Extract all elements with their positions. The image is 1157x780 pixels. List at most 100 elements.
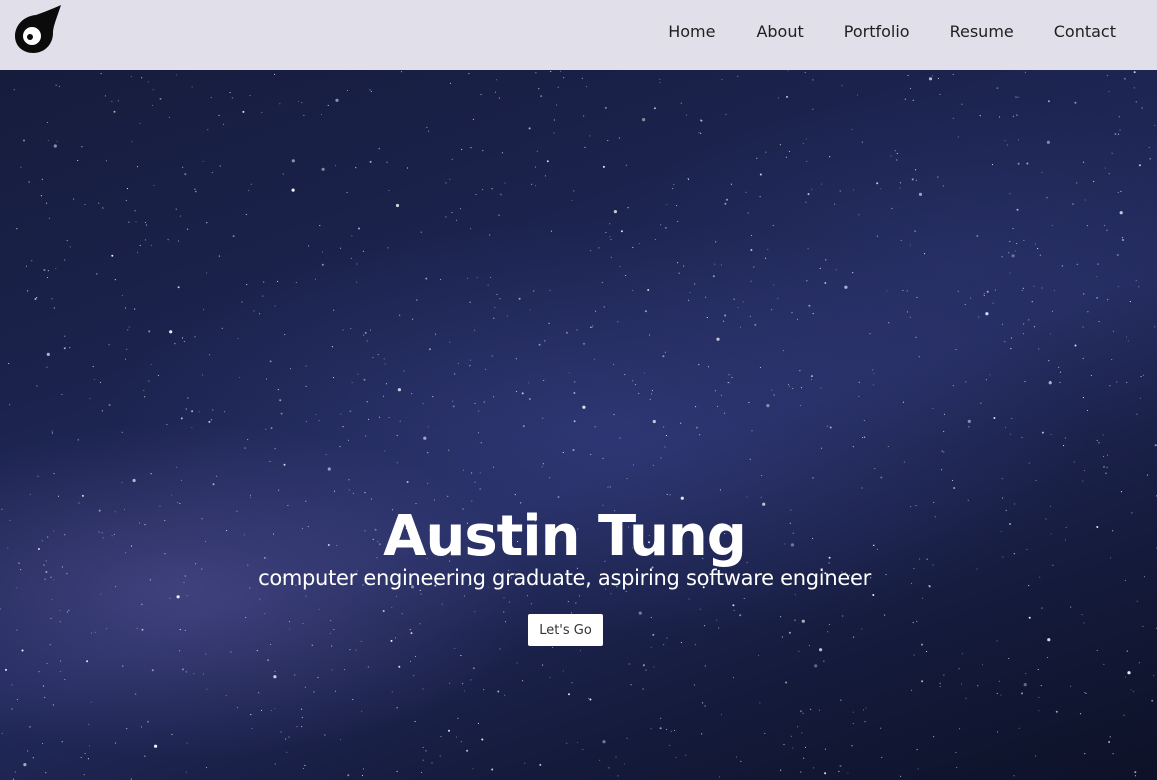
star (1109, 385, 1111, 387)
star (462, 469, 465, 471)
star (288, 621, 291, 623)
star (1134, 771, 1137, 774)
star (786, 95, 788, 98)
star (191, 410, 194, 413)
star (360, 640, 362, 642)
star (331, 669, 333, 671)
star (721, 78, 723, 81)
star (286, 751, 288, 753)
star (329, 633, 331, 635)
star (480, 93, 482, 96)
star (289, 368, 292, 370)
star (766, 404, 770, 408)
star (931, 75, 933, 77)
star (412, 318, 414, 320)
star (127, 329, 129, 331)
star (265, 428, 267, 430)
lets-go-button[interactable]: Let's Go (528, 614, 603, 646)
star (294, 674, 296, 676)
star (528, 382, 530, 384)
star (1087, 311, 1089, 313)
star (764, 257, 767, 259)
star (593, 358, 595, 360)
star (144, 239, 146, 241)
star (916, 620, 918, 622)
star (128, 326, 130, 328)
star (364, 331, 367, 334)
star (274, 670, 276, 672)
star (675, 756, 677, 759)
star (669, 744, 671, 747)
nav-link-about[interactable]: About (756, 22, 803, 41)
star (396, 434, 398, 436)
star (258, 692, 260, 694)
star (574, 381, 576, 383)
star (387, 247, 389, 249)
star (582, 748, 584, 751)
star (669, 494, 671, 496)
star (694, 644, 696, 646)
star (81, 494, 84, 497)
star (1084, 199, 1086, 201)
star (888, 322, 890, 324)
star (598, 247, 600, 249)
star (619, 437, 621, 439)
star (808, 304, 811, 307)
star (218, 255, 220, 257)
star (42, 685, 44, 687)
nav-link-home[interactable]: Home (668, 22, 715, 41)
star (181, 337, 184, 339)
star (985, 312, 989, 316)
star (917, 768, 919, 770)
star (685, 754, 687, 756)
star (90, 632, 93, 634)
star (218, 114, 220, 116)
star (530, 603, 532, 605)
star (720, 264, 722, 266)
star (46, 352, 50, 356)
nav-link-contact[interactable]: Contact (1054, 22, 1116, 41)
star (534, 166, 536, 168)
star (693, 684, 695, 686)
star (77, 439, 79, 441)
nav-link-portfolio[interactable]: Portfolio (844, 22, 910, 41)
star (499, 298, 501, 300)
comet-logo-icon[interactable] (12, 4, 64, 56)
star (245, 616, 247, 618)
star (59, 621, 61, 623)
main-nav: Home About Portfolio Resume Contact (668, 0, 1157, 62)
star (179, 215, 181, 217)
star (384, 450, 386, 452)
star (449, 341, 451, 343)
star (996, 692, 998, 694)
star (1080, 713, 1082, 715)
star (180, 417, 183, 420)
star (799, 370, 801, 372)
star (1138, 662, 1140, 664)
star (1098, 442, 1100, 444)
star (277, 280, 279, 282)
star (270, 427, 273, 430)
star (371, 498, 373, 500)
star (355, 167, 357, 169)
star (88, 723, 90, 725)
star (852, 446, 854, 448)
star (1041, 287, 1043, 289)
star (535, 185, 537, 187)
star (1048, 360, 1050, 362)
star (979, 115, 981, 117)
star (421, 771, 423, 773)
star (943, 431, 945, 433)
star (1116, 381, 1118, 383)
star (552, 646, 554, 648)
star (922, 597, 924, 599)
star (463, 595, 466, 597)
star (383, 395, 385, 397)
star (470, 228, 472, 230)
star (250, 183, 252, 185)
star (1096, 439, 1098, 441)
star (589, 135, 591, 137)
star (448, 449, 450, 451)
star (303, 114, 305, 117)
nav-link-resume[interactable]: Resume (950, 22, 1014, 41)
